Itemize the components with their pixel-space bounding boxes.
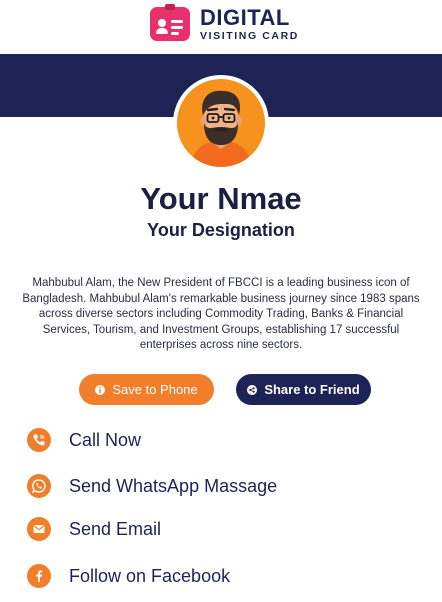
send-whatsapp-link[interactable]: Send WhatsApp Massage	[27, 473, 277, 499]
info-circle-icon	[95, 384, 106, 395]
share-to-friend-label: Share to Friend	[264, 382, 360, 397]
send-whatsapp-label: Send WhatsApp Massage	[69, 475, 278, 496]
profile-name: Your Nmae	[140, 181, 302, 216]
facebook-icon	[27, 564, 51, 588]
brand-wordmark: DIGITAL VISITING CARD	[200, 7, 299, 42]
call-now-label: Call Now	[69, 429, 142, 450]
avatar	[173, 75, 269, 171]
brand-name-sub: VISITING CARD	[200, 30, 299, 42]
send-email-label: Send Email	[69, 518, 162, 539]
mail-icon	[27, 517, 51, 541]
call-now-link[interactable]: Call Now	[27, 427, 141, 453]
profile-designation: Your Designation	[147, 220, 295, 240]
save-to-phone-label: Save to Phone	[112, 382, 198, 397]
share-to-friend-button[interactable]: Share to Friend	[236, 374, 371, 405]
brand-name-main: DIGITAL	[200, 5, 290, 30]
id-card-icon	[150, 4, 190, 42]
whatsapp-icon	[27, 474, 51, 498]
save-to-phone-button[interactable]: Save to Phone	[79, 374, 214, 405]
share-circle-icon	[247, 384, 258, 395]
send-email-link[interactable]: Send Email	[27, 516, 161, 542]
avatar-illustration	[177, 79, 265, 167]
profile-bio: Mahbubul Alam, the New President of FBCC…	[22, 277, 420, 351]
brand-logo[interactable]: DIGITAL VISITING CARD	[150, 4, 299, 42]
phone-icon	[27, 428, 51, 452]
follow-facebook-link[interactable]: Follow on Facebook	[27, 563, 230, 589]
follow-facebook-label: Follow on Facebook	[69, 565, 231, 586]
header: DIGITAL VISITING CARD	[0, 0, 442, 54]
